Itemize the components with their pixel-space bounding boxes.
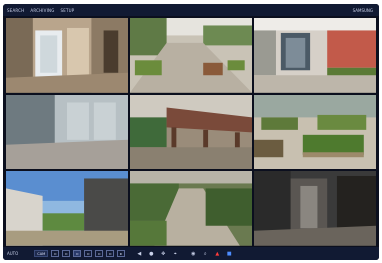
camera-grid [6,18,376,246]
zoom-icon[interactable]: ⌖ [171,250,179,258]
3x3-layout-icon[interactable]: ▫ [73,250,82,257]
play-icon[interactable]: ▸ [117,250,126,257]
brand-label: SAMSUNG [352,7,373,13]
bottom-status-bar: AUTO CAM ▫ ▫ ▫ ▫ ▫ ▫ ▸ ◀ ● ✥ ⌖ ◉ ⌕ ▲ ■ [3,247,379,260]
camera-feed-2 [130,18,252,93]
top-menu-bar: SEARCH ARCHIVING SETUP SAMSUNG [3,4,379,16]
camera-tile-7[interactable] [6,171,128,246]
search-icon[interactable]: ⌕ [201,250,209,258]
mic-icon[interactable]: ● [147,250,155,258]
ptz-icon[interactable]: ✥ [159,250,167,258]
speaker-icon[interactable]: ◀ [135,250,143,258]
camera-feed-5 [130,94,252,170]
sequence-icon[interactable]: ▫ [95,250,104,257]
nvr-monitor: SEARCH ARCHIVING SETUP SAMSUNG AUTO CAM … [3,4,379,260]
channel-select[interactable]: CAM [34,250,49,257]
camera-feed-9 [254,171,376,246]
1x1-layout-icon[interactable]: ▫ [51,250,60,257]
camera-tile-8[interactable] [130,171,252,246]
camera-tile-6[interactable] [254,94,376,170]
camera-feed-4 [6,94,128,170]
mode-label: AUTO [7,251,19,256]
menu-setup[interactable]: SETUP [61,8,75,13]
camera-feed-1 [6,18,128,93]
camera-feed-7 [6,171,128,246]
camera-tile-2[interactable] [130,18,252,93]
camera-tile-9[interactable] [254,171,376,246]
freeze-icon[interactable]: ▫ [106,250,115,257]
menu-archiving[interactable]: ARCHIVING [30,8,54,13]
2x2-layout-icon[interactable]: ▫ [62,250,71,257]
record-icon[interactable]: ◉ [189,250,197,258]
menu-search[interactable]: SEARCH [7,8,24,13]
alarm-icon[interactable]: ▲ [213,250,221,258]
camera-feed-3 [254,18,376,93]
camera-feed-8 [130,171,252,246]
camera-feed-6 [254,94,376,170]
4x4-layout-icon[interactable]: ▫ [84,250,93,257]
network-icon[interactable]: ■ [225,250,233,258]
camera-tile-3[interactable] [254,18,376,93]
camera-tile-1[interactable] [6,18,128,93]
camera-tile-5[interactable] [130,94,252,170]
camera-tile-4[interactable] [6,94,128,170]
